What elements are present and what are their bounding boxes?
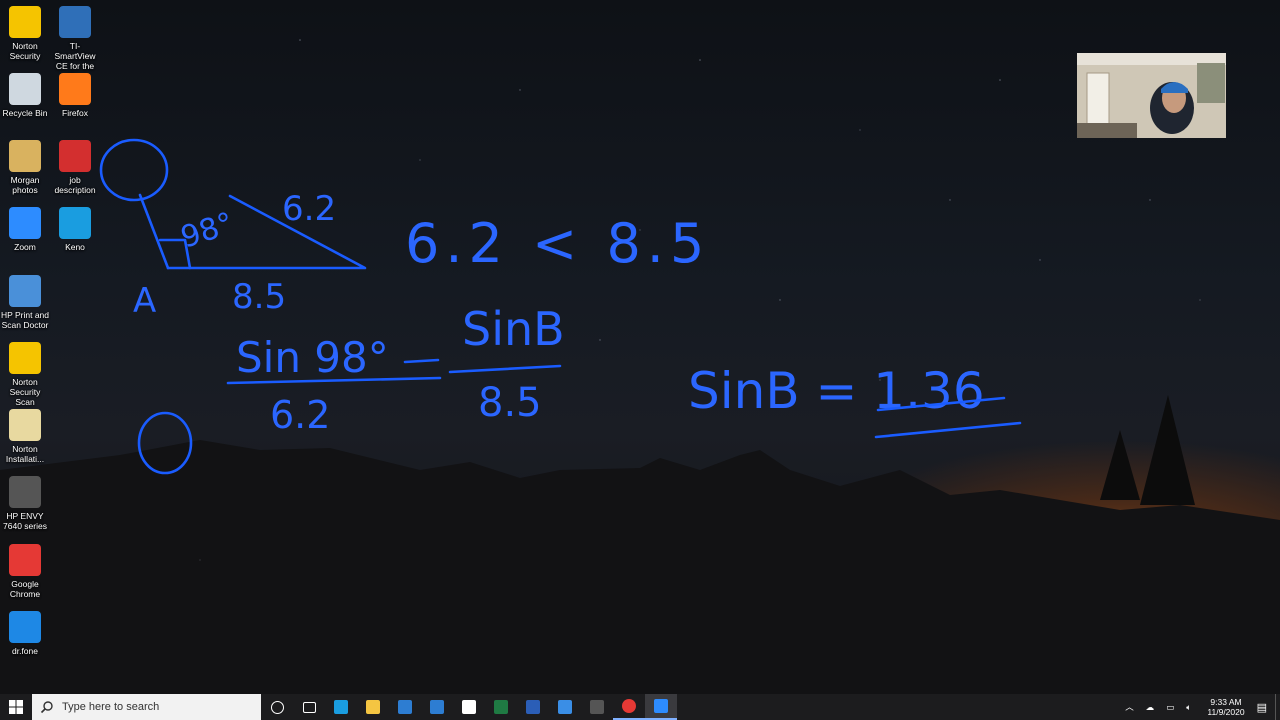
taskbar-app-excel[interactable] xyxy=(485,694,517,720)
chrome-icon xyxy=(622,699,636,713)
ink-angle-label: 98° xyxy=(177,206,238,256)
zoom-icon xyxy=(654,699,668,713)
store-icon xyxy=(398,700,412,714)
ink-circle-bottom xyxy=(137,411,193,475)
taskbar-app-edge[interactable] xyxy=(325,694,357,720)
excel-icon xyxy=(494,700,508,714)
word-icon xyxy=(526,700,540,714)
system-tray: ︿ ☁ ▭ 🔈︎ 9:33 AM 11/9/2020 ▤ xyxy=(1119,694,1280,720)
ink-result: SinB = 1.36 xyxy=(688,362,985,420)
clock[interactable]: 9:33 AM 11/9/2020 xyxy=(1207,697,1244,717)
taskbar-app-ti-calculator[interactable] xyxy=(581,694,613,720)
taskbar-app-cortana-circle[interactable] xyxy=(261,694,293,720)
start-button[interactable] xyxy=(0,694,32,720)
taskbar-search-box[interactable]: Type here to search xyxy=(32,694,261,720)
clock-time: 9:33 AM xyxy=(1210,697,1242,707)
taskbar-app-photos[interactable] xyxy=(549,694,581,720)
ink-equals xyxy=(403,358,440,364)
ink-eq-right-den: 8.5 xyxy=(478,380,542,426)
ink-side-bottom: 8.5 xyxy=(232,277,286,317)
taskbar-app-snip[interactable] xyxy=(453,694,485,720)
ti-calculator-icon xyxy=(590,700,604,714)
ink-eq-right-num: SinB xyxy=(462,302,565,356)
snip-icon xyxy=(462,700,476,714)
ink-fraction-bar-right xyxy=(448,364,562,374)
volume-icon[interactable]: 🔈︎ xyxy=(1186,702,1191,713)
network-icon[interactable]: ▭ xyxy=(1166,702,1174,713)
taskbar-app-mail[interactable] xyxy=(421,694,453,720)
ink-triangle-left-side xyxy=(138,193,170,270)
ink-underline-2 xyxy=(874,421,1022,439)
show-desktop-button[interactable] xyxy=(1275,694,1280,720)
task-view-icon xyxy=(302,701,316,713)
search-placeholder: Type here to search xyxy=(62,701,160,713)
webcam-video xyxy=(1077,53,1226,138)
clock-date: 11/9/2020 xyxy=(1207,707,1245,717)
search-icon xyxy=(40,701,53,714)
windows-logo-icon xyxy=(9,700,23,714)
ink-side-top: 6.2 xyxy=(282,189,336,229)
edge-icon xyxy=(334,700,348,714)
taskbar: Type here to search ︿ ☁ ▭ 🔈︎ 9:33 AM 11/… xyxy=(0,694,1280,720)
taskbar-app-store[interactable] xyxy=(389,694,421,720)
taskbar-app-chrome[interactable] xyxy=(613,694,645,720)
ink-eq-left-den: 6.2 xyxy=(270,393,330,437)
notification-icon[interactable]: ▤ xyxy=(1257,701,1267,714)
mail-icon xyxy=(430,700,444,714)
cortana-circle-icon xyxy=(270,700,284,714)
taskbar-app-word[interactable] xyxy=(517,694,549,720)
ink-vertex-label: A xyxy=(133,281,156,321)
taskbar-app-file-explorer[interactable] xyxy=(357,694,389,720)
ink-inequality: 6.2 < 8.5 xyxy=(405,212,710,275)
webcam-overlay xyxy=(1077,53,1226,138)
onedrive-icon[interactable]: ☁ xyxy=(1146,702,1155,713)
photos-icon xyxy=(558,700,572,714)
desktop: Norton SecurityTI-SmartView CE for the T… xyxy=(0,0,1280,694)
chevron-up-icon[interactable]: ︿ xyxy=(1125,701,1134,713)
taskbar-app-zoom[interactable] xyxy=(645,694,677,720)
ink-circle-top xyxy=(99,138,169,202)
taskbar-app-task-view[interactable] xyxy=(293,694,325,720)
ink-eq-left-num: Sin 98° xyxy=(236,333,389,382)
file-explorer-icon xyxy=(366,700,380,714)
